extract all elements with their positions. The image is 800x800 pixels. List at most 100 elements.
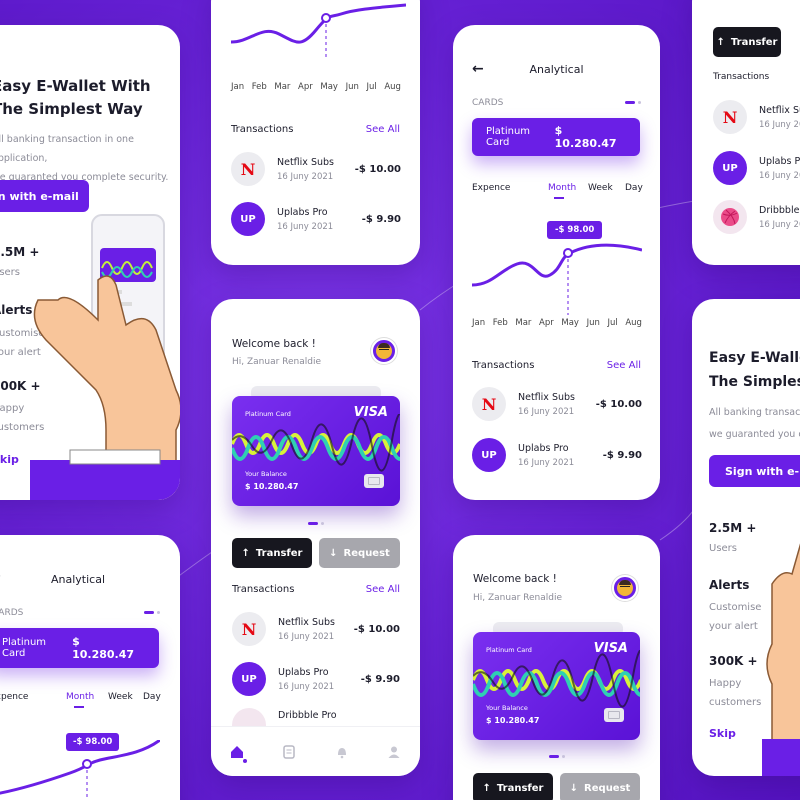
- transfer-label: Transfer: [730, 36, 778, 48]
- transaction-amount: -$ 10.00: [353, 623, 400, 635]
- transaction-name: Uplabs Pro: [278, 666, 329, 678]
- transaction-amount: -$ 10.00: [354, 163, 401, 175]
- transaction-amount: -$ 9.90: [361, 213, 401, 225]
- see-all-link[interactable]: See All: [366, 124, 400, 135]
- month-label: Aug: [625, 318, 642, 328]
- netflix-icon: N: [232, 612, 266, 646]
- transaction-date: 16 Juny 2021: [759, 119, 800, 130]
- period-tab-day[interactable]: Day: [625, 183, 643, 193]
- user-greeting: Hi, Zanuar Renaldie: [232, 357, 322, 367]
- bell-icon[interactable]: [335, 745, 349, 759]
- transactions-screen-right: ↑ Transfer Transactions N Netflix Subs 16…: [692, 0, 800, 265]
- analytical-screen-left: ← Analytical CARDS Platinum Card $ 10.28…: [0, 535, 180, 800]
- transaction-date: 16 Juny 2021: [518, 457, 575, 468]
- onboarding-description: All banking transaction in one applicati…: [0, 130, 180, 187]
- transaction-row-dribbble[interactable]: Dribbble Pro 16 Juny 2021: [713, 200, 800, 234]
- hand-holding-phone-illustration: [30, 214, 180, 500]
- platinum-card-selector[interactable]: Platinum Card $ 10.280.47: [0, 628, 159, 668]
- stat-customers-label: Happy customers: [709, 678, 762, 708]
- request-button[interactable]: ↓ Request: [560, 773, 640, 800]
- onboarding-title: Easy E-Wallet With The Simplest Way: [0, 75, 151, 121]
- platinum-card-selector[interactable]: Platinum Card $ 10.280.47: [472, 118, 640, 156]
- month-label: Feb: [492, 318, 508, 328]
- visa-card[interactable]: Platinum Card VISA Your Balance $ 10.280…: [232, 396, 400, 506]
- transaction-row-dribbble[interactable]: Dribbble Pro: [232, 708, 337, 728]
- user-avatar[interactable]: [612, 575, 638, 601]
- home-screen: Welcome back ! Hi, Zanuar Renaldie Plati…: [211, 299, 420, 776]
- onboarding-desc-line1: All banking transaction in one applicati…: [0, 134, 134, 164]
- transaction-date: 16 Juny 2021: [278, 631, 335, 642]
- transaction-row-netflix[interactable]: N Netflix Subs 16 Juny 2021: [713, 100, 800, 134]
- card-chip-icon: [364, 474, 384, 488]
- period-tab-week[interactable]: Week: [108, 692, 133, 702]
- welcome-text: Welcome back !: [232, 338, 316, 350]
- expence-label: Expence: [472, 183, 511, 193]
- sign-with-email-button[interactable]: Sign with e-mail: [0, 180, 89, 212]
- transaction-name: Netflix Subs: [277, 156, 334, 168]
- month-label: Jan: [472, 318, 486, 328]
- chart-transactions-screen: Jan Feb Mar Apr May Jun Jul Aug Transact…: [211, 0, 420, 265]
- transaction-row-netflix[interactable]: N Netflix Subs 16 Juny 2021 -$ 10.00: [232, 612, 400, 646]
- transaction-row-netflix[interactable]: N Netflix Subs 16 Juny 2021 -$ 10.00: [472, 387, 642, 421]
- sign-with-email-button[interactable]: Sign with e-mail: [709, 455, 800, 487]
- showcase-stage: Easy E-Wallet With The Simplest Way All …: [0, 0, 800, 800]
- card-wave-pattern: [473, 650, 640, 708]
- card-type-label: Platinum Card: [245, 410, 291, 418]
- skip-link[interactable]: Skip: [0, 453, 19, 466]
- profile-icon[interactable]: [387, 745, 401, 759]
- cards-label: CARDS: [472, 98, 504, 108]
- transaction-row-uplabs[interactable]: UP Uplabs Pro 16 Juny 2021 -$ 9.90: [232, 662, 400, 696]
- sign-with-email-label: Sign with e-mail: [725, 464, 800, 478]
- transfer-button[interactable]: ↑ Transfer: [232, 538, 312, 568]
- expense-line-chart: [0, 740, 160, 800]
- onboarding-title-line2: The Simplest Way: [709, 374, 800, 390]
- sign-with-email-label: Sign with e-mail: [0, 189, 79, 203]
- transaction-name: Uplabs Pro: [759, 155, 800, 167]
- hand-illustration: [762, 543, 800, 776]
- stat-alerts-label: Customise your alert: [709, 602, 762, 632]
- month-label: May: [561, 318, 579, 328]
- period-tab-month[interactable]: Month: [66, 692, 94, 702]
- visa-logo: VISA: [593, 641, 628, 656]
- netflix-icon: N: [472, 387, 506, 421]
- month-label: Feb: [251, 82, 267, 92]
- transaction-row-uplabs[interactable]: UP Uplabs Pro 16 Juny 2021: [713, 151, 800, 185]
- period-tab-month[interactable]: Month: [548, 183, 576, 193]
- month-label: Mar: [515, 318, 532, 328]
- document-icon[interactable]: [282, 744, 296, 759]
- transaction-row-netflix[interactable]: N Netflix Subs 16 Juny 2021 -$ 10.00: [231, 152, 401, 186]
- see-all-link[interactable]: See All: [366, 584, 400, 595]
- transaction-date: 16 Juny 2021: [759, 170, 800, 181]
- request-button[interactable]: ↓ Request: [319, 538, 400, 568]
- month-label: Mar: [274, 82, 291, 92]
- transaction-name: Netflix Subs: [518, 391, 575, 403]
- request-label: Request: [584, 782, 631, 794]
- balance-amount: $ 10.280.47: [486, 716, 540, 725]
- transactions-heading: Transactions: [232, 584, 295, 595]
- onboarding-title: Easy E-Wallet With The Simplest Way: [709, 346, 800, 394]
- home-icon[interactable]: [230, 745, 244, 759]
- stat-alerts-value: Alerts: [709, 578, 750, 592]
- analytical-title: Analytical: [529, 63, 584, 76]
- skip-link[interactable]: Skip: [709, 727, 736, 740]
- transfer-button[interactable]: ↑ Transfer: [473, 773, 553, 800]
- onboarding-description: All banking transaction in one applicati…: [709, 402, 800, 446]
- visa-logo: VISA: [353, 405, 388, 420]
- onboarding-desc-line2: we guaranted you complete security.: [709, 429, 800, 440]
- transfer-button[interactable]: ↑ Transfer: [713, 27, 781, 57]
- transaction-row-uplabs[interactable]: UP Uplabs Pro 16 Juny 2021 -$ 9.90: [472, 438, 642, 472]
- period-tab-week[interactable]: Week: [588, 183, 613, 193]
- back-arrow-icon[interactable]: ←: [0, 569, 1, 584]
- home-screen-bottom: Welcome back ! Hi, Zanuar Renaldie Plati…: [453, 535, 660, 800]
- cards-page-indicator: [144, 611, 160, 614]
- card-type-label: Platinum Card: [486, 646, 532, 654]
- transaction-row-uplabs[interactable]: UP Uplabs Pro 16 Juny 2021 -$ 9.90: [231, 202, 401, 236]
- month-label: Aug: [384, 82, 401, 92]
- period-tab-day[interactable]: Day: [143, 692, 161, 702]
- onboarding-title-line2: The Simplest Way: [0, 100, 143, 118]
- month-label: Jun: [345, 82, 359, 92]
- netflix-icon: N: [231, 152, 265, 186]
- visa-card[interactable]: Platinum Card VISA Your Balance $ 10.280…: [473, 632, 640, 740]
- user-avatar[interactable]: [371, 338, 397, 364]
- see-all-link[interactable]: See All: [607, 360, 641, 371]
